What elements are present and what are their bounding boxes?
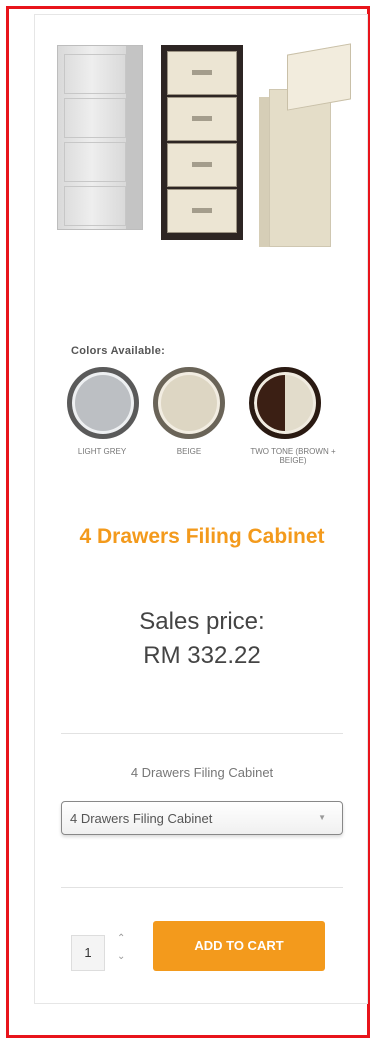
product-card: Colors Available: LIGHT GREY BEIGE TWO T… [34,14,368,1004]
quantity-down-icon[interactable]: ⌄ [117,951,125,962]
beige-swatch [153,367,225,439]
swatch-label: TWO TONE (BROWN + BEIGE) [250,447,336,465]
open-cabinet-image [259,43,351,247]
swatch-label: LIGHT GREY [77,447,127,456]
divider [61,733,343,734]
two-tone-swatch [249,367,321,439]
variant-select-value: 4 Drawers Filing Cabinet [70,811,213,826]
variant-select[interactable]: 4 Drawers Filing Cabinet ▼ [61,801,343,835]
price-label: Sales price: [139,608,265,635]
light-grey-swatch [67,367,139,439]
quantity-up-icon[interactable]: ⌃ [117,933,125,944]
divider [61,887,343,888]
add-to-cart-button[interactable]: ADD TO CART [153,921,325,971]
price-value: RM 332.22 [143,642,261,669]
chevron-down-icon: ▼ [318,813,326,822]
colors-available-title: Colors Available: [71,345,166,357]
variant-label: 4 Drawers Filing Cabinet [130,765,274,780]
beige-cabinet-image [161,45,243,240]
product-image: Colors Available: LIGHT GREY BEIGE TWO T… [47,35,357,485]
product-title-link[interactable]: 4 Drawers Filing Cabinet [35,520,369,553]
swatch-label: BEIGE [176,447,202,456]
grey-cabinet-image [57,45,143,230]
quantity-input[interactable]: 1 [71,935,105,971]
